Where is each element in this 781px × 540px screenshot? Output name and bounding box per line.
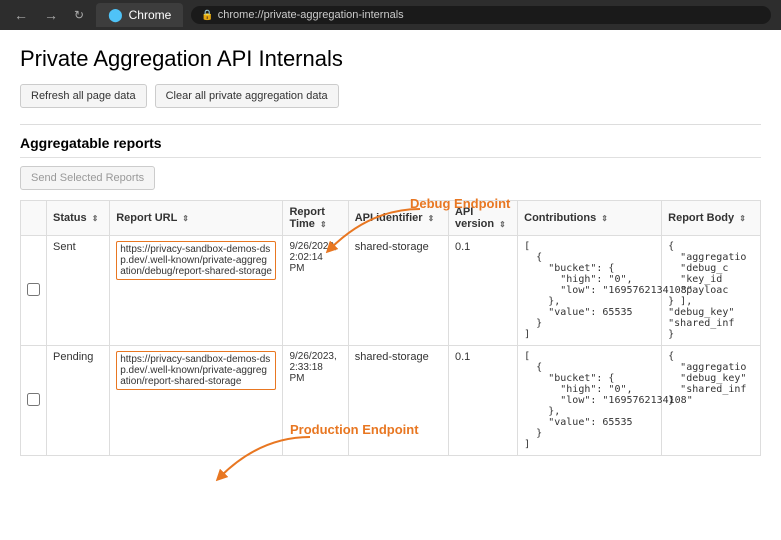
col-status[interactable]: Status ⇕ (47, 201, 110, 236)
row2-api-version: 0.1 (448, 346, 517, 456)
row2-checkbox[interactable] (27, 393, 40, 406)
refresh-button[interactable]: ↻ (70, 6, 88, 24)
row2-contributions: [ { "bucket": { "high": "0", "low": "169… (518, 346, 662, 456)
row2-api-id: shared-storage (348, 346, 448, 456)
row1-status: Sent (47, 236, 110, 346)
row2-time: 9/26/2023,2:33:18PM (283, 346, 348, 456)
section-title: Aggregatable reports (20, 135, 761, 158)
row1-report-body: { "aggregatio "debug_c "key_id "payloac … (662, 236, 761, 346)
col-api-version[interactable]: APIversion ⇕ (448, 201, 517, 236)
browser-bar: ← → ↻ ⬤ Chrome 🔒 chrome://private-aggreg… (0, 0, 781, 30)
col-time[interactable]: ReportTime ⇕ (283, 201, 348, 236)
refresh-page-button[interactable]: Refresh all page data (20, 84, 147, 108)
row2-url-cell: https://privacy-sandbox-demos-dsp.dev/.w… (110, 346, 283, 456)
col-checkbox (21, 201, 47, 236)
address-bar[interactable]: 🔒 chrome://private-aggregation-internals (191, 6, 771, 24)
row1-url-cell: https://privacy-sandbox-demos-dsp.dev/.w… (110, 236, 283, 346)
col-contributions[interactable]: Contributions ⇕ (518, 201, 662, 236)
table-header-row: Status ⇕ Report URL ⇕ ReportTime ⇕ API i… (21, 201, 761, 236)
browser-tab[interactable]: ⬤ Chrome (96, 3, 183, 27)
page-content: Private Aggregation API Internals Refres… (0, 30, 781, 472)
row1-api-version: 0.1 (448, 236, 517, 346)
reports-table: Status ⇕ Report URL ⇕ ReportTime ⇕ API i… (20, 200, 761, 456)
address-text: chrome://private-aggregation-internals (218, 9, 404, 21)
col-api-id[interactable]: API identifier ⇕ (348, 201, 448, 236)
clear-data-button[interactable]: Clear all private aggregation data (155, 84, 339, 108)
row1-api-id: shared-storage (348, 236, 448, 346)
page-title: Private Aggregation API Internals (20, 46, 761, 72)
chrome-logo: ⬤ (108, 7, 123, 23)
lock-icon: 🔒 (201, 10, 213, 21)
tab-label: Chrome (129, 8, 172, 22)
row2-url: https://privacy-sandbox-demos-dsp.dev/.w… (116, 351, 276, 390)
table-row: Pending https://privacy-sandbox-demos-ds… (21, 346, 761, 456)
col-url[interactable]: Report URL ⇕ (110, 201, 283, 236)
table-row: Sent https://privacy-sandbox-demos-dsp.d… (21, 236, 761, 346)
row1-url: https://privacy-sandbox-demos-dsp.dev/.w… (116, 241, 276, 280)
back-button[interactable]: ← (10, 5, 32, 25)
row1-contributions: [ { "bucket": { "high": "0", "low": "169… (518, 236, 662, 346)
row1-checkbox-cell[interactable] (21, 236, 47, 346)
row1-time: 9/26/2023,2:02:14PM (283, 236, 348, 346)
row2-status: Pending (47, 346, 110, 456)
top-buttons: Refresh all page data Clear all private … (20, 84, 761, 108)
forward-button[interactable]: → (40, 5, 62, 25)
table-wrapper: Debug Endpoint Production Endpoint (20, 200, 761, 456)
col-report-body[interactable]: Report Body ⇕ (662, 201, 761, 236)
send-selected-button[interactable]: Send Selected Reports (20, 166, 155, 190)
row1-checkbox[interactable] (27, 283, 40, 296)
row2-checkbox-cell[interactable] (21, 346, 47, 456)
